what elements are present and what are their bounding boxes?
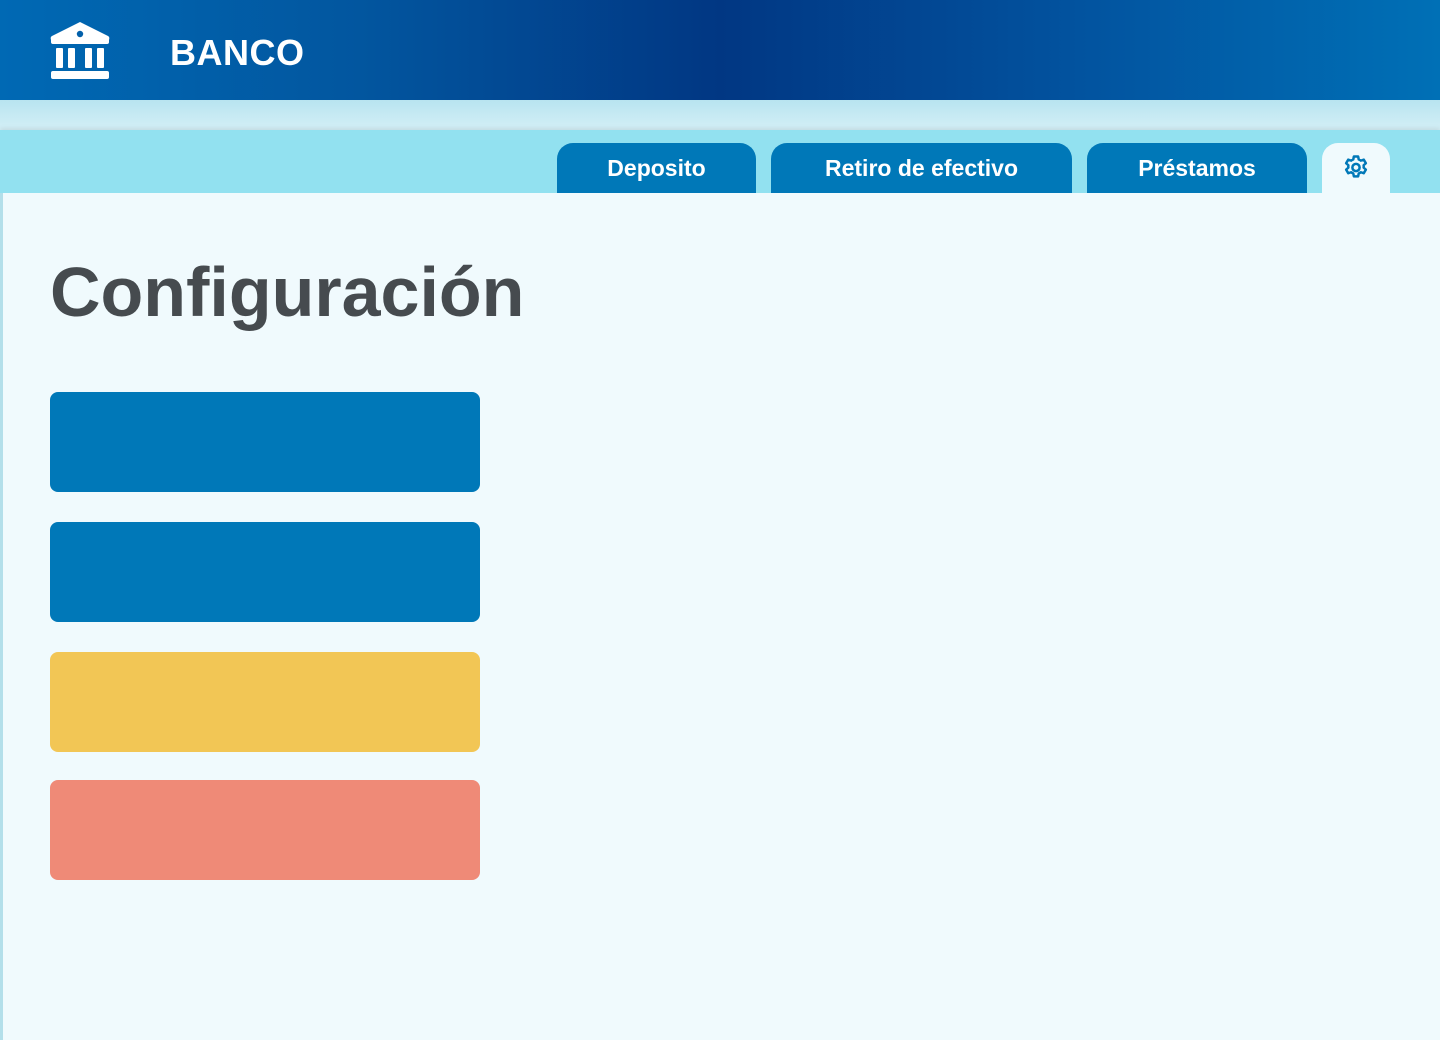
- tab-prestamos[interactable]: Préstamos: [1087, 143, 1307, 193]
- app-header: BANCO: [0, 0, 1440, 100]
- tab-settings[interactable]: [1322, 143, 1390, 193]
- brand-name: BANCO: [170, 32, 305, 73]
- tab-label: Retiro de efectivo: [825, 154, 1018, 181]
- settings-option-button-4[interactable]: [50, 780, 480, 880]
- tab-deposito[interactable]: Deposito: [557, 143, 756, 193]
- bank-building-icon[interactable]: [50, 20, 110, 80]
- tab-label: Deposito: [607, 154, 706, 181]
- tab-label: Préstamos: [1138, 154, 1256, 181]
- tab-bar: Deposito Retiro de efectivo Préstamos: [0, 130, 1440, 193]
- page-title: Configuración: [50, 253, 525, 331]
- gear-icon: [1344, 155, 1368, 178]
- settings-option-button-3[interactable]: [50, 652, 480, 752]
- header-separator-band: [0, 100, 1440, 130]
- settings-option-button-1[interactable]: [50, 392, 480, 492]
- settings-option-button-2[interactable]: [50, 522, 480, 622]
- tab-retiro-de-efectivo[interactable]: Retiro de efectivo: [771, 143, 1072, 193]
